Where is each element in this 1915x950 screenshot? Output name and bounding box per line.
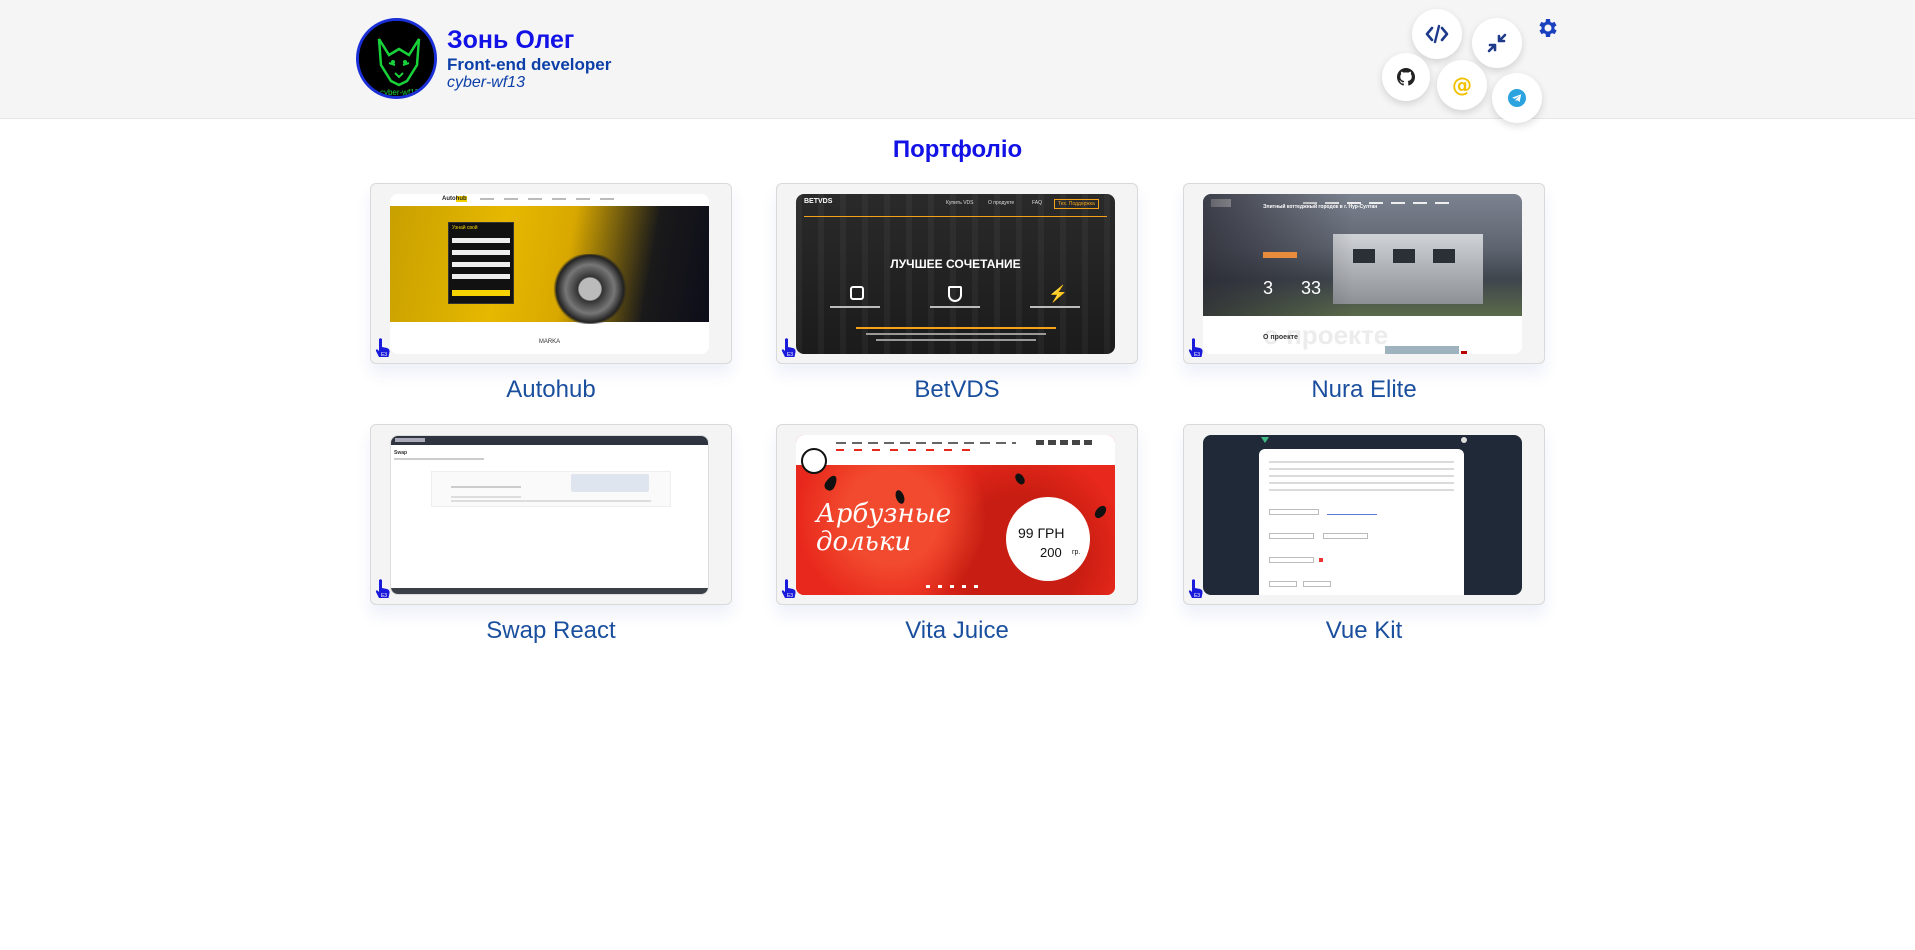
avatar-caption: cyber-wf13	[380, 88, 420, 97]
pointer-hand-icon: E3	[781, 579, 796, 599]
swap-title: Swap	[394, 450, 408, 456]
profile-nick: cyber-wf13	[447, 74, 525, 91]
code-button[interactable]	[1412, 9, 1462, 59]
svg-text:E3: E3	[787, 593, 793, 599]
autohub-form-title: Узнай свой	[452, 225, 478, 231]
vita-price: 99 ГРН	[1018, 525, 1065, 541]
svg-text:E3: E3	[381, 352, 387, 358]
pointer-hand-icon: E3	[781, 338, 796, 358]
code-icon	[1425, 24, 1449, 44]
project-label-swap-react[interactable]: Swap React	[370, 617, 732, 645]
compress-arrows-icon	[1487, 33, 1507, 53]
gear-icon[interactable]	[1535, 16, 1559, 40]
avatar: cyber-wf13	[356, 18, 437, 99]
betvds-nav-3: FAQ	[1032, 200, 1043, 206]
header: cyber-wf13 Зонь Олег Front-end developer…	[0, 0, 1915, 123]
betvds-nav-2: О продукте	[988, 200, 1015, 206]
project-card-vita-juice[interactable]: Арбузные дольки 99 ГРН 200 гр. E3	[776, 424, 1138, 605]
svg-text:E3: E3	[381, 593, 387, 599]
project-card-nura-elite[interactable]: Элитный коттеджный городок в г. Нур-Султ…	[1183, 183, 1545, 364]
betvds-nav-4: Тех. Поддержка	[1054, 199, 1099, 209]
vita-unit: гр.	[1072, 549, 1081, 556]
pointer-hand-icon: E3	[1188, 579, 1203, 599]
profile-name: Зонь Олег	[447, 26, 575, 54]
project-preview-vita-juice: Арбузные дольки 99 ГРН 200 гр.	[796, 435, 1115, 595]
at-sign-icon: @	[1452, 73, 1472, 97]
project-card-betvds[interactable]: BETVDS Купить VDS О продукте FAQ Тех. По…	[776, 183, 1138, 364]
project-preview-vue-kit	[1203, 435, 1522, 595]
project-card-vue-kit[interactable]: E3	[1183, 424, 1545, 605]
telegram-button[interactable]	[1492, 73, 1542, 123]
project-preview-swap-react: Swap	[390, 435, 709, 595]
project-label-autohub[interactable]: Autohub	[370, 376, 732, 404]
profile-role: Front-end developer	[447, 55, 612, 74]
betvds-logo: BETVDS	[804, 198, 833, 205]
project-card-autohub[interactable]: Autohub Узнай свой MARKA E3	[370, 183, 732, 364]
project-label-nura-elite[interactable]: Nura Elite	[1183, 376, 1545, 404]
project-preview-autohub: Autohub Узнай свой MARKA	[390, 194, 709, 354]
nura-about: О проекте	[1263, 334, 1298, 341]
project-preview-nura-elite: Элитный коттеджный городок в г. Нур-Султ…	[1203, 194, 1522, 354]
project-label-vue-kit[interactable]: Vue Kit	[1183, 617, 1545, 645]
nura-headline: Элитный коттеджный городок в г. Нур-Султ…	[1263, 204, 1378, 210]
svg-text:E3: E3	[1194, 352, 1200, 358]
github-button[interactable]	[1382, 53, 1430, 101]
svg-text:E3: E3	[787, 352, 793, 358]
project-preview-betvds: BETVDS Купить VDS О продукте FAQ Тех. По…	[796, 194, 1115, 354]
pointer-hand-icon: E3	[1188, 338, 1203, 358]
betvds-headline: ЛУЧШЕЕ СОЧЕТАНИЕ	[890, 257, 1021, 271]
profile-info: Зонь Олег Front-end developer cyber-wf13	[447, 26, 611, 91]
nura-stat-1: 3	[1263, 278, 1274, 298]
vita-line-2: дольки	[816, 527, 912, 557]
collapse-button[interactable]	[1472, 18, 1522, 68]
project-card-swap-react[interactable]: Swap E3	[370, 424, 732, 605]
betvds-nav-1: Купить VDS	[946, 200, 974, 206]
project-label-vita-juice[interactable]: Vita Juice	[776, 617, 1138, 645]
email-button[interactable]: @	[1437, 60, 1487, 110]
autohub-logo-accent: hub	[455, 196, 467, 202]
svg-text:E3: E3	[1194, 593, 1200, 599]
section-title: Портфоліо	[892, 136, 1023, 163]
project-label-betvds[interactable]: BetVDS	[776, 376, 1138, 404]
vita-weight: 200	[1040, 545, 1062, 560]
pointer-hand-icon: E3	[375, 338, 390, 358]
nura-stat-2: 33	[1301, 278, 1322, 298]
pointer-hand-icon: E3	[375, 579, 390, 599]
autohub-footer: MARKA	[538, 339, 561, 345]
autohub-logo: Auto	[442, 196, 456, 202]
github-icon	[1397, 68, 1415, 86]
telegram-icon	[1508, 89, 1526, 107]
vita-line-1: Арбузные	[816, 499, 952, 529]
